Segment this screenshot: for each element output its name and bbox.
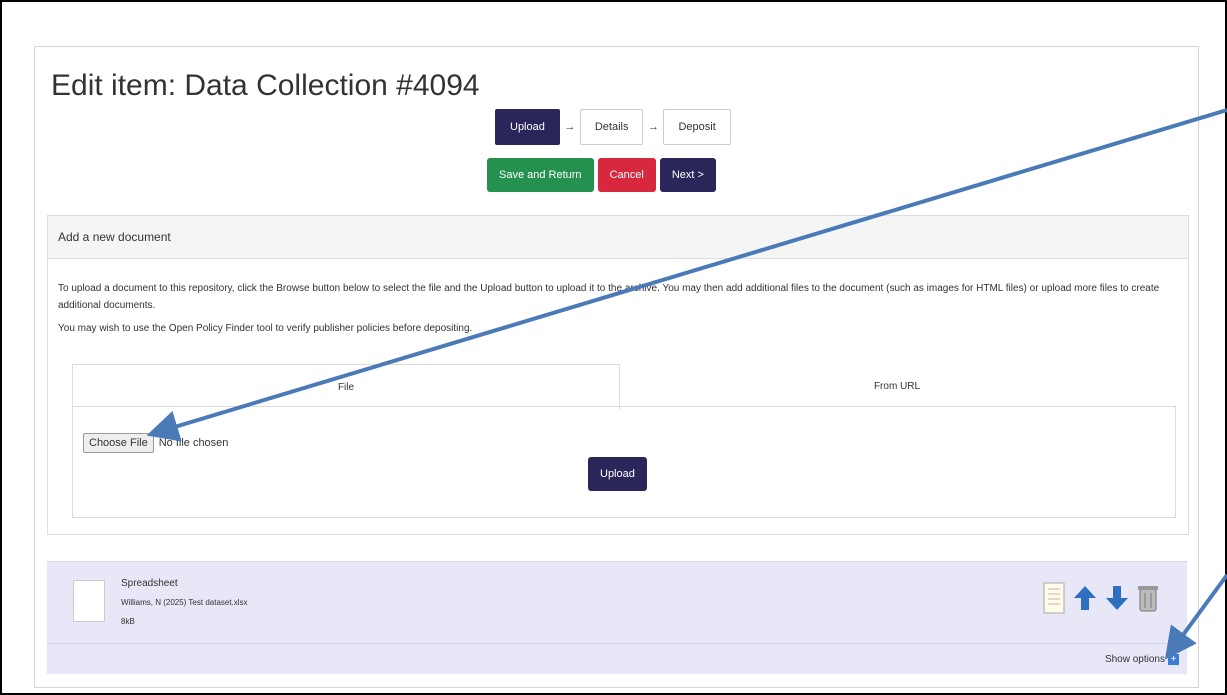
options-row: Show options + — [47, 643, 1187, 674]
instructions-text: To upload a document to this repository,… — [58, 283, 1160, 311]
add-document-panel: Add a new document To upload a document … — [47, 215, 1189, 535]
file-input: Choose File No file chosen — [83, 433, 228, 453]
document-row: Spreadsheet Williams, N (2025) Test data… — [47, 561, 1187, 644]
panel-heading: Add a new document — [48, 216, 1188, 259]
document-icon — [73, 580, 105, 622]
show-options-link[interactable]: Show options + — [1105, 654, 1179, 665]
document-actions — [1043, 582, 1159, 619]
step-deposit[interactable]: Deposit — [663, 109, 731, 145]
cancel-button[interactable]: Cancel — [597, 158, 656, 192]
tab-from-url[interactable]: From URL — [620, 364, 1174, 408]
action-buttons: Save and Return Cancel Next > — [487, 158, 716, 192]
file-status: No file chosen — [158, 437, 229, 449]
document-size: 8kB — [121, 617, 135, 626]
view-icon[interactable] — [1043, 582, 1065, 619]
tab-file[interactable]: File — [72, 364, 620, 409]
save-and-return-button[interactable]: Save and Return — [487, 158, 594, 192]
next-button[interactable]: Next > — [659, 158, 716, 192]
upload-button[interactable]: Upload — [588, 457, 647, 491]
edit-page: Edit item: Data Collection #4094 Upload … — [34, 46, 1199, 688]
step-details[interactable]: Details — [579, 109, 644, 145]
upload-tabs: File From URL — [72, 364, 1174, 409]
tab-content-file: Choose File No file chosen Upload — [72, 406, 1176, 518]
workflow-steps: Upload → Details → Deposit — [495, 109, 731, 145]
move-up-icon[interactable] — [1073, 584, 1097, 617]
plus-icon[interactable]: + — [1168, 654, 1179, 665]
screenshot-frame: Edit item: Data Collection #4094 Upload … — [0, 0, 1227, 695]
show-options-label: Show options — [1104, 654, 1165, 665]
move-down-icon[interactable] — [1105, 584, 1129, 617]
document-info: Spreadsheet Williams, N (2025) Test data… — [121, 574, 248, 631]
policy-finder-text: You may wish to use the Open Policy Find… — [58, 323, 473, 334]
delete-icon[interactable] — [1137, 583, 1159, 618]
page-title: Edit item: Data Collection #4094 — [51, 69, 480, 102]
document-filename[interactable]: Williams, N (2025) Test dataset.xlsx — [121, 593, 248, 612]
step-upload[interactable]: Upload — [495, 109, 560, 145]
choose-file-button[interactable]: Choose File — [83, 433, 154, 453]
step-arrow-icon: → — [564, 121, 576, 133]
step-arrow-icon: → — [647, 121, 659, 133]
panel-instructions: To upload a document to this repository,… — [58, 280, 1168, 343]
document-type: Spreadsheet — [121, 578, 178, 589]
